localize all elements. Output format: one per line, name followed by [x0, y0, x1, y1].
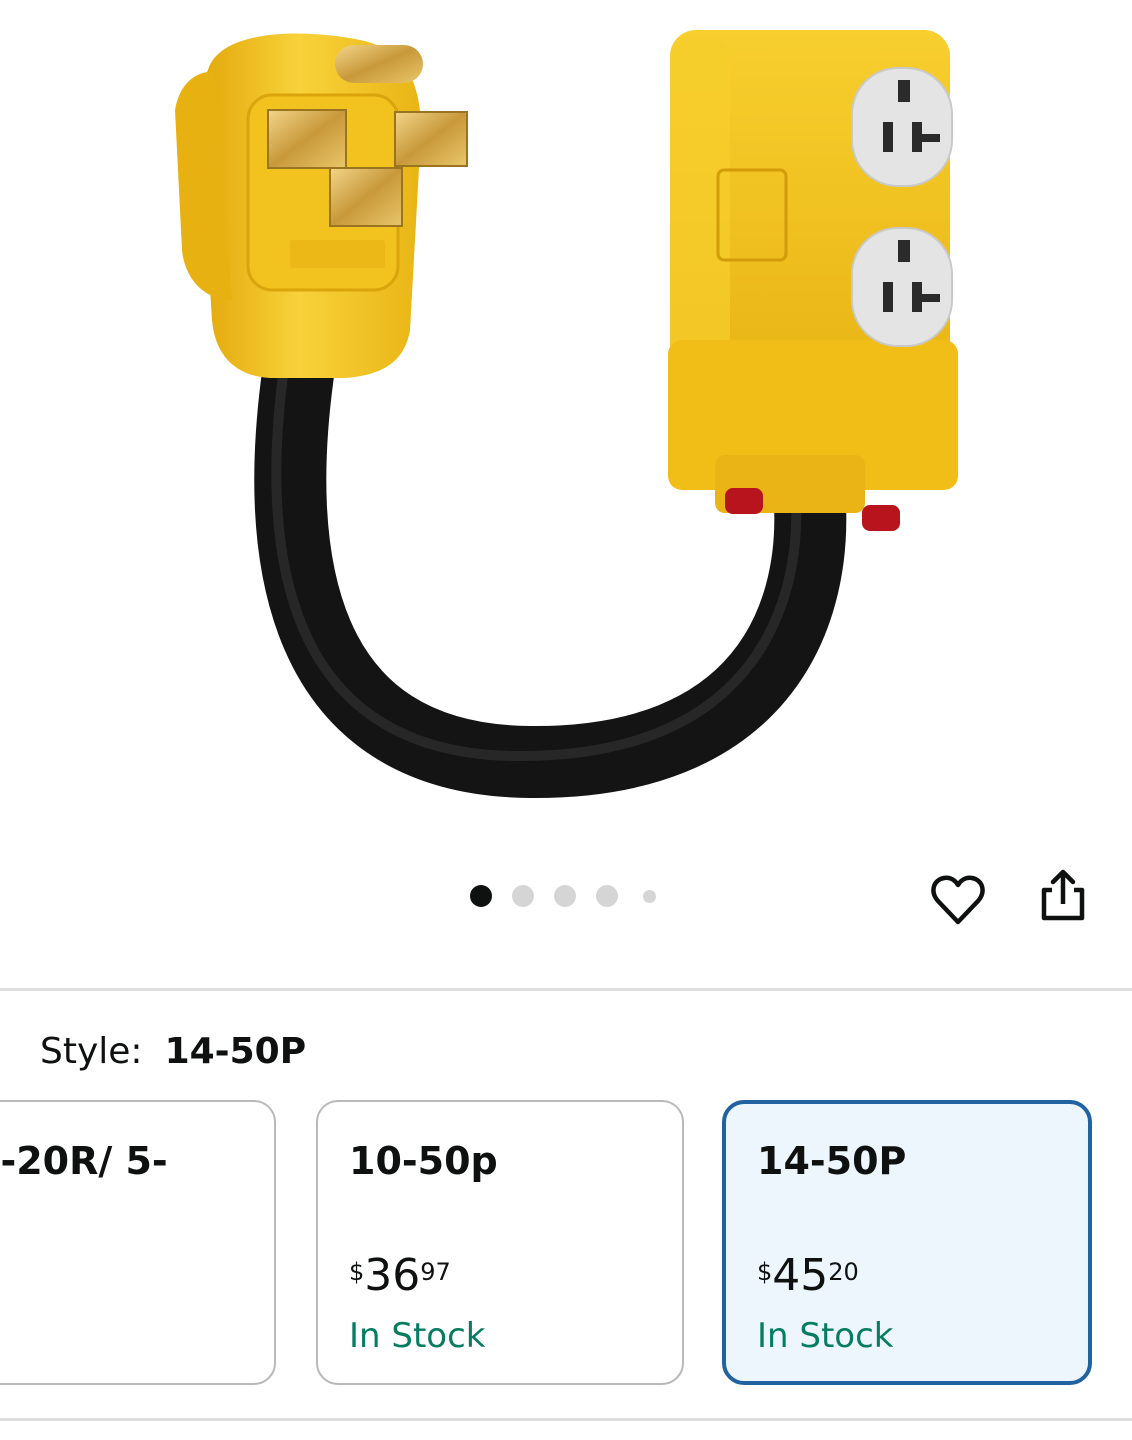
section-divider: [0, 1418, 1132, 1421]
style-option-price: $3697: [349, 1254, 451, 1298]
product-image[interactable]: [0, 0, 1132, 850]
style-option-name: 10-50p: [349, 1139, 498, 1183]
wishlist-button[interactable]: [928, 870, 988, 930]
price-whole: 45: [772, 1250, 829, 1301]
price-currency: $: [757, 1258, 773, 1286]
style-option-card[interactable]: 10-50p $3697 In Stock: [316, 1100, 684, 1385]
style-option-card-selected[interactable]: 14-50P $4520 In Stock: [722, 1100, 1092, 1385]
style-option-name: 5-20R/ 5-: [0, 1139, 168, 1183]
carousel-dot[interactable]: [512, 885, 534, 907]
stock-status: In Stock: [757, 1316, 894, 1356]
section-divider: [0, 988, 1132, 991]
share-icon: [1041, 869, 1085, 921]
carousel-dot[interactable]: [643, 890, 656, 903]
price-whole: 36: [364, 1250, 421, 1301]
style-option-name: 14-50P: [757, 1139, 907, 1183]
stock-status: In Stock: [349, 1316, 486, 1356]
style-selected-value: 14-50P: [164, 1031, 307, 1072]
price-fraction: 20: [828, 1258, 859, 1286]
style-option-price: $4520: [757, 1254, 859, 1298]
carousel-dot[interactable]: [470, 885, 492, 907]
price-fraction: 97: [420, 1258, 451, 1286]
heart-outline-icon: [931, 875, 985, 925]
carousel-dot[interactable]: [596, 885, 618, 907]
carousel-dot[interactable]: [554, 885, 576, 907]
style-option-card[interactable]: 5-20R/ 5-: [0, 1100, 276, 1385]
style-selection-label: Style: 14-50P: [40, 1030, 306, 1074]
price-currency: $: [349, 1258, 365, 1286]
share-button[interactable]: [1032, 866, 1092, 926]
style-label: Style:: [40, 1031, 143, 1072]
